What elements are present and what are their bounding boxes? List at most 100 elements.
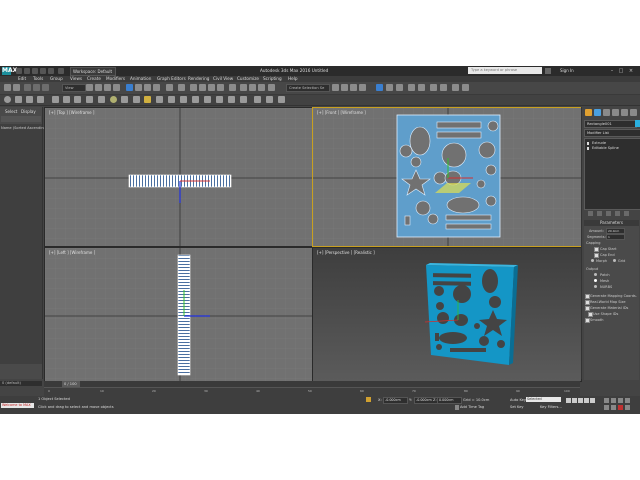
modifier-list-dropdown[interactable]: Modifier List [584,129,640,137]
ribbon-icon[interactable] [26,96,33,103]
extra-tool-icon[interactable] [430,84,437,91]
extruded-panel-perspective[interactable] [424,263,518,365]
stack-item-extrude[interactable]: Extrude [592,141,606,145]
ribbon-icon[interactable] [37,96,44,103]
object-color-swatch[interactable] [635,120,640,127]
remove-modifier-icon[interactable] [615,211,620,216]
create-tab-icon[interactable] [585,109,592,116]
modifier-stack[interactable]: Extrude Editable Spline [584,138,640,210]
align-icon[interactable] [249,84,256,91]
render-shot-icon[interactable] [418,84,425,91]
rendered-frame-window-icon[interactable] [376,84,383,91]
nurbs-radio[interactable] [594,285,597,288]
app-logo-icon[interactable]: MAX [2,67,17,75]
ribbon-icon[interactable] [228,96,235,103]
extruded-panel-front[interactable] [396,114,501,238]
pivot-center-icon[interactable] [166,84,173,91]
display-tab-icon[interactable] [621,109,628,116]
select-and-place-icon[interactable] [153,84,160,91]
extra-tool-icon[interactable] [440,84,447,91]
ribbon-icon[interactable] [266,96,273,103]
lock-selection-icon[interactable] [366,397,371,402]
schematic-view-icon[interactable] [341,84,348,91]
viewport-label[interactable]: [+] [Perspective ] [Realistic ] [317,250,375,255]
go-to-end-icon[interactable] [590,398,595,403]
segments-spinner[interactable]: 1 [606,234,625,240]
save-file-icon[interactable] [32,68,38,74]
manipulate-icon[interactable] [178,84,185,91]
grid-radio[interactable] [613,259,616,262]
select-and-move-icon[interactable] [126,84,133,91]
named-selection-set-dropdown[interactable]: Create Selection Se [286,84,330,92]
make-unique-icon[interactable] [606,211,611,216]
sphere-icon[interactable] [110,96,117,103]
stack-item-editable-spline[interactable]: Editable Spline [592,146,619,150]
auto-key-button[interactable]: Auto Key [510,398,526,402]
material-editor-icon[interactable] [350,84,357,91]
sign-in-link[interactable]: Sign In [560,67,574,75]
configure-modifier-sets-icon[interactable] [624,211,629,216]
workspace-dropdown[interactable]: Workspace: Default [70,67,116,76]
ribbon-icon[interactable] [15,96,22,103]
x-coordinate-field[interactable]: -0.000cm [383,397,408,404]
ribbon-icon[interactable] [204,96,211,103]
zoom-extents-icon[interactable] [618,398,623,403]
select-and-rotate-icon[interactable] [135,84,142,91]
maximize-viewport-icon[interactable] [625,405,630,410]
ribbon-icon[interactable] [168,96,175,103]
ribbon-icon[interactable] [278,96,285,103]
viewport-perspective[interactable]: [+] [Perspective ] [Realistic ] [312,247,582,382]
new-scene-icon[interactable] [16,68,22,74]
snaps-toggle-icon[interactable] [190,84,197,91]
mesh-radio[interactable] [594,279,597,282]
z-coordinate-field[interactable]: 0.000cm [437,397,462,404]
select-by-name-icon[interactable] [95,84,102,91]
a360-render-icon[interactable] [408,84,415,91]
morph-radio[interactable] [591,259,594,262]
undo-icon[interactable] [4,84,11,91]
viewport-left[interactable]: [+] [Left ] [Wireframe ] [44,247,313,382]
mirror-icon[interactable] [240,84,247,91]
undo-icon[interactable] [40,68,46,74]
spinner-snap-icon[interactable] [217,84,224,91]
ribbon-icon[interactable] [254,96,261,103]
add-time-tag-button[interactable]: Add Time Tag [460,405,484,409]
time-tag-icon[interactable] [455,405,459,410]
explorer-list[interactable]: Name (Sorted Ascending) [0,124,47,364]
percent-snap-icon[interactable] [208,84,215,91]
zoom-extents-all-icon[interactable] [625,398,630,403]
open-file-icon[interactable] [24,68,30,74]
window-crossing-icon[interactable] [113,84,120,91]
ribbon-icon[interactable] [192,96,199,103]
reference-coordinate-dropdown[interactable]: View [62,84,86,92]
maximize-icon[interactable]: □ [617,67,625,75]
show-end-result-icon[interactable] [597,211,602,216]
ribbon-icon[interactable] [74,96,81,103]
explorer-column-header[interactable]: Name (Sorted Ascending) [1,126,47,130]
ribbon-icon[interactable] [52,96,59,103]
viewport-label[interactable]: [+] [Front ] [Wireframe ] [317,110,366,115]
bulb-icon[interactable] [587,142,589,145]
ribbon-icon[interactable] [240,96,247,103]
field-of-view-icon[interactable] [604,405,609,410]
set-key-button[interactable]: Set Key [510,405,524,409]
viewport-label[interactable]: [+] [Left ] [Wireframe ] [49,250,95,255]
redo-icon[interactable] [13,84,20,91]
graphite-toolbar-icon[interactable] [268,84,275,91]
cap-end-checkbox[interactable] [594,253,599,258]
select-and-scale-icon[interactable] [144,84,151,91]
ribbon-icon[interactable] [180,96,187,103]
pin-stack-icon[interactable] [588,211,593,216]
modify-tab-icon[interactable] [594,109,601,116]
search-input[interactable]: Type a keyword or phrase [468,67,542,74]
ribbon-icon[interactable] [98,96,105,103]
zoom-icon[interactable] [604,398,609,403]
orbit-icon[interactable] [618,405,623,410]
viewport-label[interactable]: [+] [Top ] [Wireframe ] [49,110,94,115]
motion-tab-icon[interactable] [612,109,619,116]
ribbon-icon[interactable] [133,96,140,103]
ribbon-icon[interactable] [63,96,70,103]
minimize-icon[interactable]: – [608,67,616,75]
layer-manager-icon[interactable] [258,84,265,91]
bind-space-warp-icon[interactable] [42,84,49,91]
